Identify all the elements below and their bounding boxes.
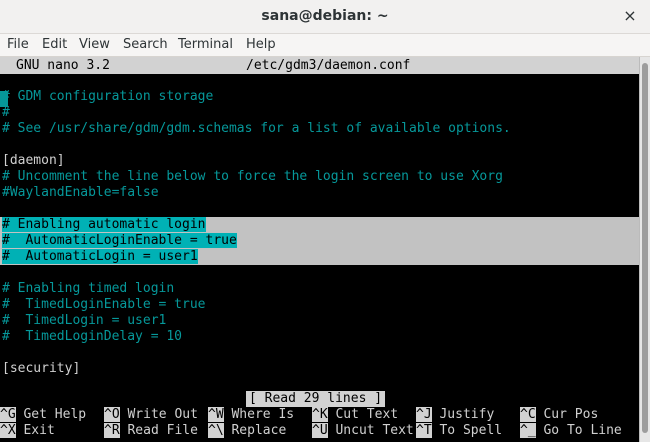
file-line: #WaylandEnable=false xyxy=(2,185,159,200)
shortcut-exit[interactable]: ^X Exit xyxy=(0,423,55,439)
file-line: [daemon] xyxy=(2,153,65,168)
file-line: # AutomaticLogin = user1 xyxy=(2,249,198,264)
file-line: # Enabling timed login xyxy=(2,281,175,296)
file-line: [security] xyxy=(2,361,81,376)
file-line: # TimedLoginDelay = 10 xyxy=(2,329,183,344)
menu-bar: File Edit View Search Terminal Help xyxy=(0,34,650,57)
shortcut-to-spell[interactable]: ^T To Spell xyxy=(416,423,502,439)
window-title: sana@debian: ~ xyxy=(261,8,389,24)
scrollbar[interactable] xyxy=(639,57,650,442)
shortcut-get-help[interactable]: ^G Get Help xyxy=(0,407,86,423)
file-line: # GDM configuration storage xyxy=(2,89,214,104)
file-line: # See /usr/share/gdm/gdm.schemas for a l… xyxy=(2,121,511,136)
status-message: [ Read 29 lines ] xyxy=(246,391,386,407)
shortcut-go-to-line[interactable]: ^_ Go To Line xyxy=(520,423,622,439)
close-icon[interactable]: × xyxy=(620,6,640,26)
shortcut-where-is[interactable]: ^W Where Is xyxy=(208,407,294,423)
menu-help[interactable]: Help xyxy=(246,37,276,52)
shortcut-write-out[interactable]: ^O Write Out xyxy=(104,407,198,423)
shortcut-read-file[interactable]: ^R Read File xyxy=(104,423,198,439)
nano-version: GNU nano 3.2 xyxy=(16,58,110,73)
shortcut-cut-text[interactable]: ^K Cut Text xyxy=(312,407,398,423)
menu-edit[interactable]: Edit xyxy=(42,37,67,52)
nano-filename: /etc/gdm3/daemon.conf xyxy=(246,58,411,73)
menu-view[interactable]: View xyxy=(79,37,110,52)
terminal-window: sana@debian: ~ × File Edit View Search T… xyxy=(0,0,650,442)
shortcut-replace[interactable]: ^\ Replace xyxy=(208,423,286,439)
file-line: # Enabling automatic login xyxy=(2,217,206,232)
shortcut-uncut-text[interactable]: ^U Uncut Text xyxy=(312,423,414,439)
file-line: # AutomaticLoginEnable = true xyxy=(2,233,237,248)
shortcut-cur-pos[interactable]: ^C Cur Pos xyxy=(520,407,598,423)
scrollbar-thumb[interactable] xyxy=(642,63,648,433)
menu-terminal[interactable]: Terminal xyxy=(178,37,233,52)
shortcut-justify[interactable]: ^J Justify xyxy=(416,407,494,423)
nano-header: GNU nano 3.2 /etc/gdm3/daemon.conf xyxy=(0,57,640,74)
menu-file[interactable]: File xyxy=(7,37,29,52)
terminal-area[interactable]: GNU nano 3.2 /etc/gdm3/daemon.conf # GDM… xyxy=(0,57,640,442)
title-bar: sana@debian: ~ × xyxy=(0,0,650,34)
menu-search[interactable]: Search xyxy=(123,37,168,52)
file-line: # TimedLogin = user1 xyxy=(2,313,167,328)
file-line: # xyxy=(2,105,10,120)
file-line: # Uncomment the line below to force the … xyxy=(2,169,503,184)
file-line: # TimedLoginEnable = true xyxy=(2,297,206,312)
